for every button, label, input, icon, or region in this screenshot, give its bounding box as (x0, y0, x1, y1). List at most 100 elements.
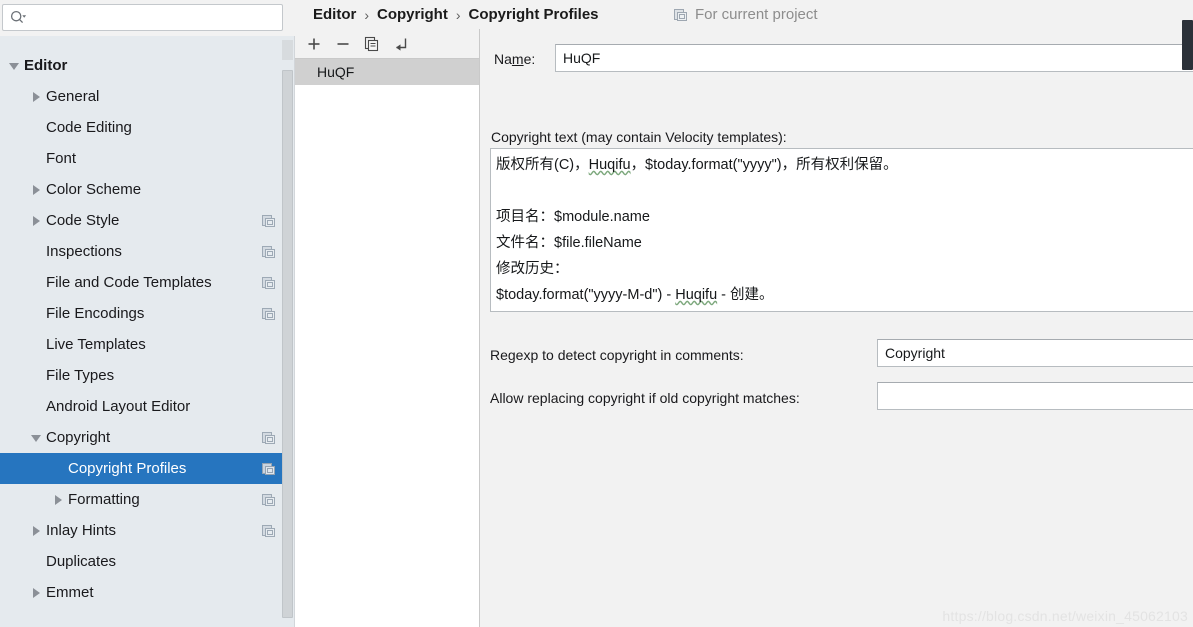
sidebar-item-live-templates[interactable]: Live Templates (0, 329, 283, 360)
allow-replacing-label: Allow replacing copyright if old copyrig… (490, 390, 800, 406)
sidebar-item-copyright-profiles[interactable]: Copyright Profiles (0, 453, 283, 484)
twisty-placeholder (6, 36, 24, 50)
sidebar-item-font[interactable]: Font (0, 143, 283, 174)
regex-input-value: Copyright (885, 345, 945, 361)
chevron-down-icon[interactable] (28, 429, 46, 447)
sidebar-item-label: Editor (24, 57, 68, 74)
sidebar-item-label: General (46, 88, 100, 105)
sidebar-item-file-types[interactable]: File Types (0, 360, 283, 391)
project-scope-icon (261, 244, 277, 260)
breadcrumb-part[interactable]: Copyright (377, 6, 448, 23)
allow-replacing-input[interactable] (877, 382, 1193, 410)
sidebar-item-label: Color Scheme (46, 181, 142, 198)
sidebar-item-label: Copyright (46, 429, 111, 446)
regex-input[interactable]: Copyright (877, 339, 1193, 367)
chevron-right-icon[interactable] (28, 522, 46, 540)
project-scope-icon (261, 461, 277, 477)
chevron-right-icon[interactable] (28, 181, 46, 199)
sidebar-item-code-editing[interactable]: Code Editing (0, 112, 283, 143)
copyright-text-line: 版权所有(C)，Huqifu，$today.format("yyyy")，所有权… (496, 157, 898, 173)
sidebar-item-label: Font (46, 150, 77, 167)
sidebar-item-inlay-hints[interactable]: Inlay Hints (0, 515, 283, 546)
copyright-text-line: 项目名：$module.name (496, 209, 650, 225)
twisty-placeholder (50, 460, 68, 478)
sidebar-item-label: Inspections (46, 243, 122, 260)
twisty-placeholder (28, 553, 46, 571)
project-scope-icon (261, 275, 277, 291)
copyright-text-line: $today.format("yyyy-M-d") - Huqifu - 创建。 (496, 287, 774, 303)
sidebar-item-label: Duplicates (46, 553, 117, 570)
profile-item-label: HuQF (317, 64, 355, 80)
regex-label: Regexp to detect copyright in comments: (490, 347, 744, 363)
sidebar-item-label: Code Style (46, 212, 120, 229)
copy-profile-button[interactable] (359, 32, 385, 56)
chevron-right-icon[interactable] (28, 88, 46, 106)
sidebar-scrollbar-nub[interactable] (282, 40, 293, 60)
sidebar-scrollbar[interactable] (282, 70, 293, 618)
sidebar-item-duplicates[interactable]: Duplicates (0, 546, 283, 577)
scope-label: For current project (695, 6, 818, 23)
twisty-placeholder (28, 336, 46, 354)
breadcrumb-separator: › (455, 6, 461, 23)
sidebar-item-label: Copyright Profiles (68, 460, 187, 477)
twisty-placeholder (28, 398, 46, 416)
breadcrumb-part[interactable]: Copyright Profiles (469, 6, 599, 23)
spellcheck-word: Huqifu (588, 157, 631, 173)
settings-sidebar: Editor General Code Editing Font Color Schem… (0, 0, 295, 627)
profile-list-item[interactable]: HuQF (295, 59, 479, 85)
sidebar-item-label: Live Templates (46, 336, 146, 353)
sidebar-item-code-style[interactable]: Code Style (0, 205, 283, 236)
profile-form: Name: HuQF Copyright text (may contain V… (481, 29, 1193, 627)
search-icon (9, 9, 27, 27)
project-scope-icon (261, 213, 277, 229)
chevron-right-icon[interactable] (28, 584, 46, 602)
copyright-text-line (496, 178, 1193, 204)
minus-icon (337, 42, 349, 45)
sidebar-item-label: File Encodings (46, 305, 145, 322)
search-area (0, 0, 295, 36)
twisty-placeholder (28, 243, 46, 261)
search-box[interactable] (2, 4, 283, 31)
breadcrumb-part[interactable]: Editor (313, 6, 356, 23)
project-scope-icon (261, 492, 277, 508)
sidebar-item-label: Formatting (68, 491, 140, 508)
plus-icon (308, 38, 320, 49)
remove-profile-button[interactable] (330, 32, 356, 56)
profiles-column: HuQF (295, 29, 480, 627)
sidebar-item-copyright[interactable]: Copyright (0, 422, 283, 453)
sidebar-item-clipped[interactable] (0, 36, 283, 50)
sidebar-item-general[interactable]: General (0, 81, 283, 112)
sidebar-item-formatting[interactable]: Formatting (0, 484, 283, 515)
sidebar-item-editor[interactable]: Editor (0, 50, 283, 81)
settings-content: Editor › Copyright › Copyright Profiles For … (295, 0, 1193, 627)
spellcheck-word: Huqifu (675, 287, 718, 303)
sidebar-item-file-and-code-templates[interactable]: File and Code Templates (0, 267, 283, 298)
scope-indicator: For current project (673, 0, 818, 29)
breadcrumb-separator: › (364, 6, 370, 23)
sidebar-item-color-scheme[interactable]: Color Scheme (0, 174, 283, 205)
profiles-toolbar (295, 29, 479, 58)
name-input[interactable]: HuQF (555, 44, 1193, 72)
copyright-text-label: Copyright text (may contain Velocity tem… (491, 129, 787, 145)
twisty-placeholder (28, 119, 46, 137)
copyright-text-line: 修改历史： (496, 261, 569, 277)
settings-tree[interactable]: Editor General Code Editing Font Color Schem… (0, 36, 283, 627)
content-scrollbar[interactable] (1182, 20, 1193, 70)
chevron-right-icon[interactable] (28, 212, 46, 230)
sidebar-item-emmet[interactable]: Emmet (0, 577, 283, 608)
chevron-down-icon[interactable] (6, 57, 24, 75)
sidebar-item-android-layout-editor[interactable]: Android Layout Editor (0, 391, 283, 422)
add-profile-button[interactable] (301, 32, 327, 56)
twisty-placeholder (28, 305, 46, 323)
project-scope-icon (261, 306, 277, 322)
name-label: Name: (494, 51, 535, 67)
name-label-post: e: (523, 51, 536, 67)
import-profile-button[interactable] (388, 32, 414, 56)
name-input-value: HuQF (563, 50, 601, 66)
sidebar-item-inspections[interactable]: Inspections (0, 236, 283, 267)
search-input[interactable] (27, 6, 282, 29)
copyright-text-area[interactable]: 版权所有(C)，Huqifu，$today.format("yyyy")，所有权… (490, 148, 1193, 312)
chevron-right-icon[interactable] (50, 491, 68, 509)
sidebar-item-label: Inlay Hints (46, 522, 117, 539)
sidebar-item-file-encodings[interactable]: File Encodings (0, 298, 283, 329)
